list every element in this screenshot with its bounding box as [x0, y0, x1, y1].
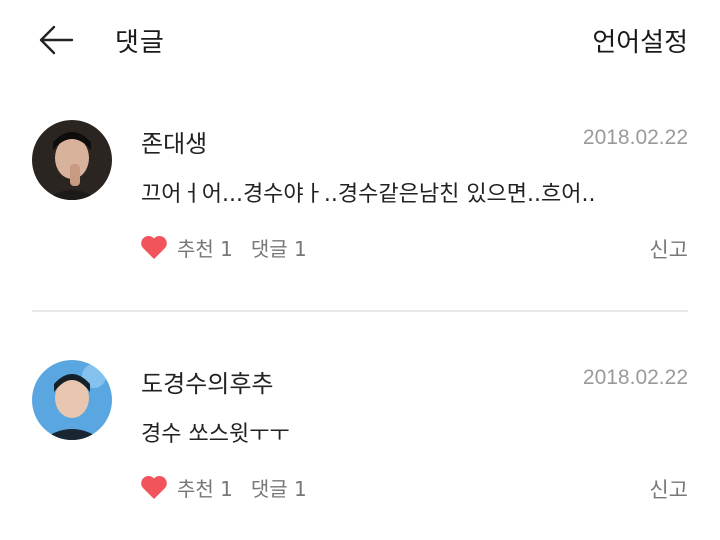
comment-author[interactable]: 도경수의후추 [141, 364, 273, 399]
comment-actions: 추천 1 댓글 1 [140, 232, 307, 262]
app-header: 댓글 언어설정 [0, 0, 720, 80]
report-button[interactable]: 신고 [649, 474, 688, 504]
avatar[interactable] [32, 120, 112, 200]
comment-text: 경수 쏘스윗ㅜㅜ [141, 422, 290, 447]
avatar-image [32, 120, 112, 200]
comment-item: 존대생 2018.02.22 끄어ㅓ어...경수야ㅏ..경수같은남친 있으면..… [0, 80, 720, 280]
comment-item: 도경수의후추 2018.02.22 경수 쏘스윗ㅜㅜ 추천 1 댓글 1 신고 [0, 320, 720, 520]
language-settings-button[interactable]: 언어설정 [592, 22, 688, 59]
heart-icon[interactable] [140, 234, 168, 260]
heart-icon[interactable] [140, 474, 168, 500]
like-count[interactable]: 추천 1 [177, 233, 233, 262]
like-count[interactable]: 추천 1 [177, 473, 233, 502]
back-arrow-icon[interactable] [36, 22, 76, 58]
avatar-image [32, 360, 112, 440]
divider [32, 310, 688, 312]
reply-count[interactable]: 댓글 1 [251, 233, 307, 262]
report-button[interactable]: 신고 [649, 234, 688, 264]
comment-date: 2018.02.22 [582, 126, 688, 149]
page-title: 댓글 [115, 28, 165, 58]
reply-count[interactable]: 댓글 1 [251, 473, 307, 502]
avatar[interactable] [32, 360, 112, 440]
comment-author[interactable]: 존대생 [141, 124, 207, 159]
comment-actions: 추천 1 댓글 1 [140, 472, 307, 502]
comment-text: 끄어ㅓ어...경수야ㅏ..경수같은남친 있으면..흐어.. [141, 182, 596, 207]
comment-date: 2018.02.22 [582, 366, 688, 389]
